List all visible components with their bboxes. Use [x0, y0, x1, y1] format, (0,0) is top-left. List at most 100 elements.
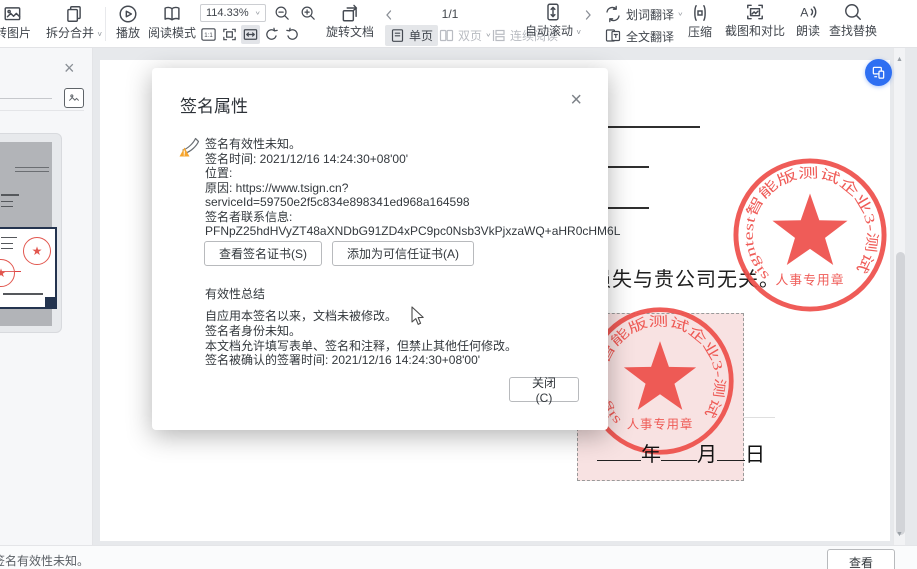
play-icon [118, 4, 138, 24]
fit-page-icon [221, 26, 238, 43]
rotate-left-button[interactable] [262, 25, 281, 44]
play-label: 播放 [116, 27, 140, 39]
scroll-up-icon[interactable]: ▲ [896, 56, 903, 63]
page-indicator[interactable]: 1/1 [400, 7, 500, 21]
fit-width-icon [242, 26, 259, 43]
full-translate-icon [604, 27, 622, 45]
double-page-label: 双页 [458, 27, 482, 44]
scrollbar-thumb[interactable] [896, 252, 905, 535]
summary-line: 签名者身份未知。 [205, 324, 517, 339]
auto-scroll-icon [543, 2, 563, 22]
play-button[interactable]: 播放 [108, 4, 148, 39]
view-certificate-button[interactable]: 查看签名证书(S) [204, 241, 322, 266]
vertical-scrollbar[interactable]: ▲ ▼ [893, 48, 905, 545]
chevron-down-icon: ˅ [678, 10, 683, 17]
validity-summary-title: 有效性总结 [205, 285, 265, 302]
split-merge-icon [64, 4, 84, 24]
read-aloud-label: 朗读 [796, 25, 820, 37]
read-aloud-icon: A [798, 2, 818, 22]
thumbnail-viewport-box[interactable]: ★ ★ [0, 227, 57, 309]
svg-text:1:1: 1:1 [204, 32, 213, 39]
thumbnail-page-bottom [0, 309, 52, 326]
chevron-left-icon [383, 9, 395, 21]
full-translate-label: 全文翻译 [626, 28, 674, 45]
compress-icon [690, 3, 710, 23]
read-aloud-button[interactable]: A 朗读 [792, 2, 824, 37]
year-label: 年 [641, 444, 661, 466]
thumbnail-page-top [0, 142, 52, 227]
continuous-read-icon [491, 28, 506, 43]
double-page-icon [439, 28, 454, 43]
screenshot-compare-icon [745, 2, 765, 22]
zoom-in-button[interactable] [299, 4, 318, 23]
status-message: 签名有效性未知。 [0, 552, 89, 569]
dialog-close-button[interactable]: 关闭(C) [509, 377, 579, 402]
add-trusted-cert-button[interactable]: 添加为可信任证书(A) [332, 241, 474, 266]
insert-image-button[interactable] [64, 88, 84, 108]
chevron-down-icon: ˅ [255, 9, 260, 16]
screenshot-compare-button[interactable]: 截图和对比 [726, 2, 784, 37]
image-icon [68, 92, 80, 104]
rotate-document-button[interactable]: 旋转文档 [326, 3, 374, 38]
summary-line: 签名被确认的签署时间: 2021/12/16 14:24:30+08'00' [205, 353, 517, 368]
summary-line: 自应用本签名以来，文档未被修改。 [205, 309, 517, 324]
zoom-out-button[interactable] [273, 4, 292, 23]
word-translate-label: 划词翻译 [626, 6, 674, 23]
toolbar-divider [105, 7, 106, 41]
rotate-left-icon [263, 26, 280, 43]
stamp-center-text: 人事专用章 [627, 417, 693, 432]
rotate-right-icon [284, 26, 301, 43]
compress-button[interactable]: 压缩 [683, 3, 717, 38]
date-fill-line: 年月日 [597, 438, 877, 467]
image-convert-icon [3, 4, 23, 24]
summary-line: 本文档允许填写表单、签名和注释，但禁止其他任何修改。 [205, 339, 517, 354]
split-merge-button[interactable]: 拆分合并 ˅ [42, 4, 106, 41]
auto-scroll-button[interactable]: 自动滚动 ˅ [524, 2, 582, 39]
thumbnail-stamp-icon: ★ [0, 259, 15, 287]
book-icon [162, 4, 182, 24]
single-page-button[interactable]: 单页 [385, 25, 438, 46]
scroll-down-icon[interactable]: ▼ [896, 531, 903, 538]
reason-continued: serviceId=59750e2f5c834e898341ed968a1645… [205, 195, 595, 210]
month-label: 月 [697, 444, 717, 466]
svg-text:!: ! [183, 149, 186, 158]
sidebar-input-underline[interactable] [0, 98, 52, 99]
actual-size-button[interactable]: 1:1 [199, 25, 218, 44]
chevron-right-icon [582, 9, 594, 21]
status-view-button[interactable]: 查看 [827, 549, 895, 569]
dialog-title: 签名属性 [180, 92, 248, 117]
signature-warning-icon: ! [178, 134, 202, 158]
thumbnail-stamp-icon: ★ [23, 237, 51, 265]
convert-to-image-button[interactable]: 转图片 [0, 4, 44, 39]
find-replace-button[interactable]: 查找替换 [825, 2, 881, 37]
zoom-level-value: 114.33% [206, 7, 249, 19]
signature-properties-dialog: 签名属性 × ! 签名有效性未知。 签名时间: 2021/12/16 14:24… [152, 68, 608, 430]
zoom-out-icon [274, 5, 291, 22]
sidebar-close-button[interactable]: × [64, 60, 75, 76]
fit-width-button[interactable] [241, 25, 260, 44]
rotate-document-icon [340, 3, 360, 23]
zoom-level-dropdown[interactable]: 114.33% ˅ [200, 4, 266, 22]
contact-value: PFNpZ25hdHVyZT48aXNDbG91ZD4xPC9pc0Nsb3Vk… [205, 224, 595, 239]
rotate-right-button[interactable] [283, 25, 302, 44]
word-translate-button[interactable]: 划词翻译 ˅ [604, 5, 683, 23]
prev-page-button[interactable] [379, 5, 398, 24]
sign-time: 签名时间: 2021/12/16 14:24:30+08'00' [205, 152, 595, 167]
actual-size-icon: 1:1 [200, 26, 217, 43]
signature-details: 签名有效性未知。 签名时间: 2021/12/16 14:24:30+08'00… [205, 137, 595, 239]
full-translate-button[interactable]: 全文翻译 [604, 27, 674, 45]
rotate-document-label: 旋转文档 [326, 26, 374, 38]
auto-scroll-label: 自动滚动 ˅ [525, 25, 581, 39]
sidebar-panel: × ★ ★ [0, 48, 93, 545]
toolbar: 转图片 拆分合并 ˅ 播放 阅读模式 114.33% ˅ 1:1 旋转文档 [0, 0, 917, 48]
viewport-resize-handle[interactable] [45, 297, 55, 307]
page-thumbnail[interactable]: ★ ★ [0, 133, 62, 333]
read-mode-button[interactable]: 阅读模式 [146, 4, 198, 39]
fit-page-button[interactable] [220, 25, 239, 44]
svg-text:A: A [800, 5, 809, 19]
zoom-in-icon [300, 5, 317, 22]
dialog-button-row: 查看签名证书(S) 添加为可信任证书(A) [204, 241, 474, 266]
dialog-close-icon[interactable]: × [570, 90, 582, 110]
mobile-view-button[interactable] [865, 59, 892, 86]
reason: 原因: https://www.tsign.cn? [205, 181, 595, 196]
